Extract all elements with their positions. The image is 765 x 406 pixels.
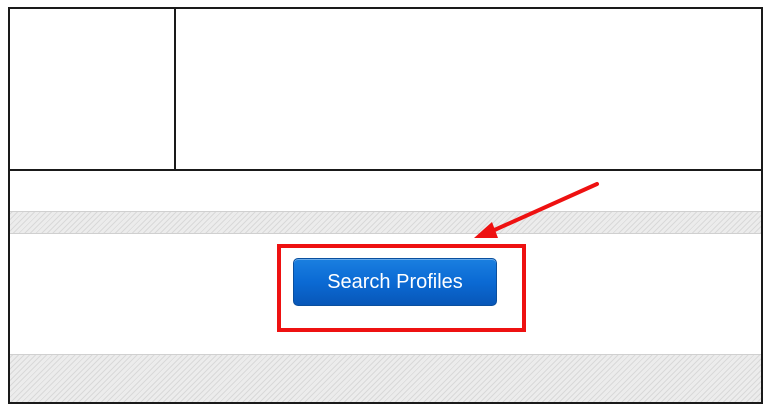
page: Search Profiles — [0, 0, 765, 406]
section-divider — [174, 169, 761, 171]
hatched-separator-bottom — [10, 354, 761, 402]
hatched-separator-top — [10, 211, 761, 234]
content-frame — [8, 7, 763, 404]
top-left-panel — [10, 9, 176, 171]
search-profiles-button[interactable]: Search Profiles — [293, 258, 497, 306]
